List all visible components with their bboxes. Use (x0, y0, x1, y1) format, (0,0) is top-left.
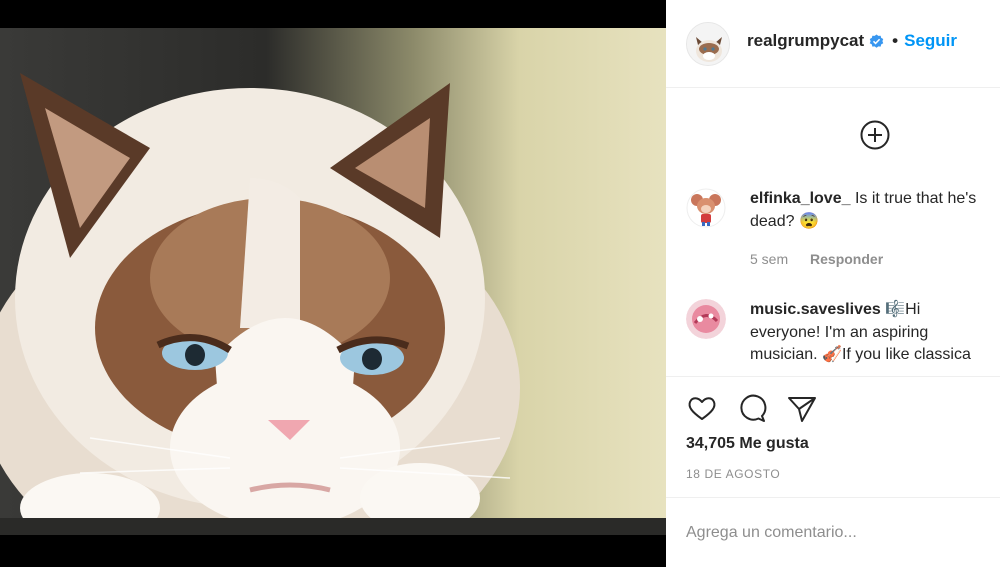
post-date[interactable]: 18 DE AGOSTO (686, 467, 780, 481)
avatar[interactable] (686, 22, 730, 66)
post-actions: 34,705 Me gusta 18 DE AGOSTO (666, 376, 1000, 496)
follow-button[interactable]: Seguir (904, 31, 957, 51)
paper-plane-icon[interactable] (785, 392, 819, 426)
comment-meta: 5 sem Responder (750, 251, 883, 267)
post-header: realgrumpycat • Seguir (666, 0, 1000, 88)
comment-text: elfinka_love_ Is it true that he's dead?… (750, 188, 1000, 233)
comment-username[interactable]: elfinka_love_ (750, 190, 851, 207)
comment-line: everyone! I'm an aspiring (750, 323, 929, 341)
grumpy-cat-illustration (0, 73, 666, 535)
list-item: music.saveslives 🎼Hi everyone! I'm an as… (686, 299, 1000, 374)
comment-input[interactable] (686, 520, 986, 546)
plus-circle-icon[interactable] (859, 119, 891, 151)
likes-count[interactable]: 34,705 Me gusta (686, 435, 809, 453)
post-image[interactable] (0, 28, 666, 535)
reply-button[interactable]: Responder (810, 251, 883, 267)
comment-username[interactable]: music.saveslives (750, 301, 881, 318)
comment-line: 🎼Hi (885, 301, 921, 318)
comment-line: dead? 😨 (750, 212, 819, 230)
post-side-panel: realgrumpycat • Seguir elfinka_love_ Is … (666, 0, 1000, 567)
verified-badge-icon (869, 33, 884, 49)
comment-line: musician. 🎻If you like classica (750, 346, 971, 363)
comment-bubble-icon[interactable] (735, 392, 769, 426)
heart-icon[interactable] (685, 392, 719, 426)
post-author-username[interactable]: realgrumpycat (747, 31, 864, 51)
header-separator: • (892, 31, 899, 50)
list-item: elfinka_love_ Is it true that he's dead?… (686, 188, 1000, 278)
comment-time: 5 sem (750, 251, 789, 267)
comment-line: Is it true that he's (854, 190, 977, 207)
avatar[interactable] (686, 188, 726, 228)
comment-text: music.saveslives 🎼Hi everyone! I'm an as… (750, 299, 1000, 367)
comment-composer (666, 497, 1000, 567)
avatar[interactable] (686, 299, 726, 339)
post-photo-pane (0, 0, 666, 567)
